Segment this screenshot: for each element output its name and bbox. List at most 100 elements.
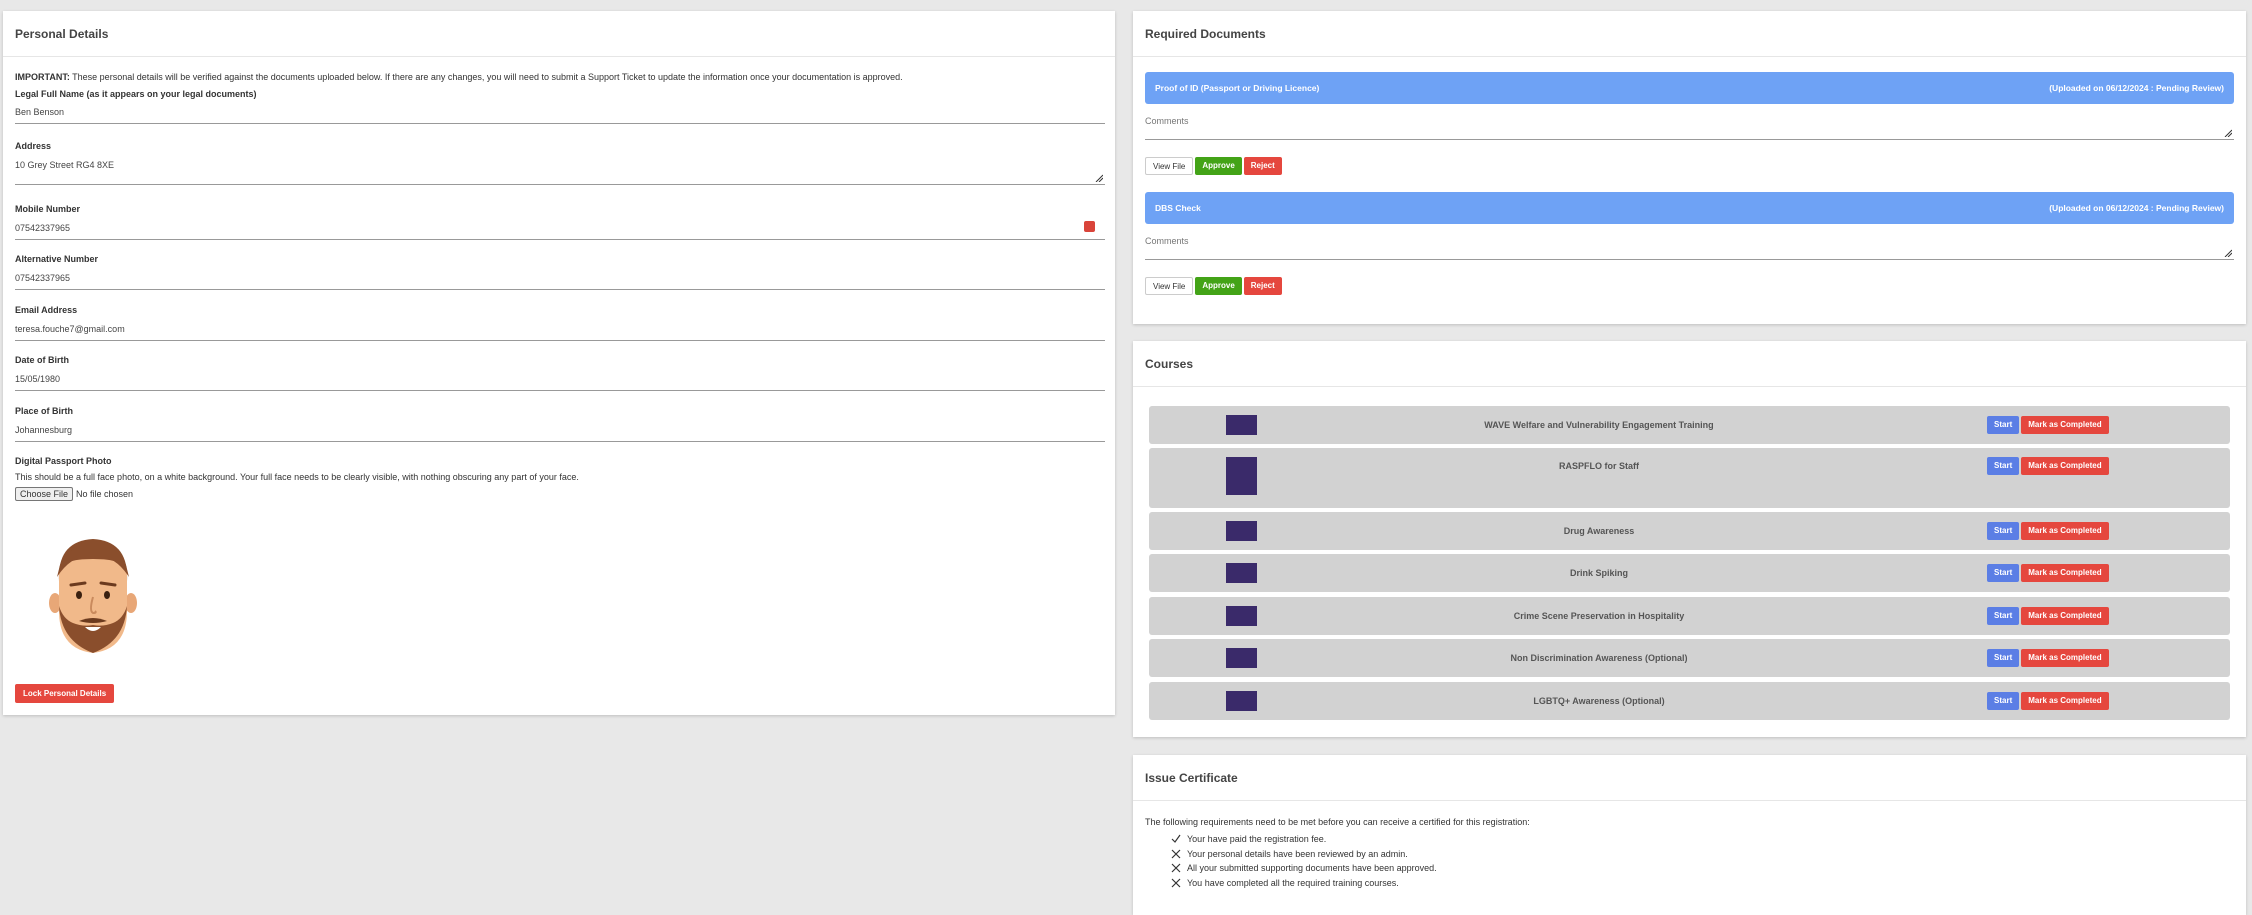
course-title: Non Discrimination Awareness (Optional) (1510, 653, 1688, 663)
required-documents-title: Required Documents (1133, 11, 2246, 57)
date-of-birth-label: Date of Birth (15, 355, 69, 365)
document-comments-input[interactable]: Comments (1145, 116, 2234, 140)
resize-grip-icon[interactable] (1095, 174, 1103, 182)
course-title: Drug Awareness (1563, 526, 1635, 536)
cross-icon (1171, 863, 1181, 873)
course-actions: Start Mark as Completed (1987, 649, 2109, 667)
document-status: (Uploaded on 06/12/2024 : Pending Review… (2049, 203, 2224, 213)
start-course-button[interactable]: Start (1987, 564, 2020, 582)
check-icon (1171, 834, 1181, 844)
mobile-number-field: Mobile Number 07542337965 (15, 204, 1105, 240)
no-file-chosen-text: No file chosen (76, 489, 134, 499)
legal-name-field: Legal Full Name (as it appears on your l… (15, 89, 1105, 124)
course-title: LGBTQ+ Awareness (Optional) (1533, 696, 1665, 706)
course-row: LGBTQ+ Awareness (Optional) Start Mark a… (1149, 682, 2230, 720)
requirement-item: Your personal details have been reviewed… (1171, 847, 1437, 862)
mark-completed-button[interactable]: Mark as Completed (2021, 649, 2109, 667)
approve-button[interactable]: Approve (1195, 157, 1242, 175)
document-comments-input[interactable]: Comments (1145, 236, 2234, 260)
course-row: RASPFLO for Staff Start Mark as Complete… (1149, 448, 2230, 508)
choose-file-button[interactable]: Choose File (15, 487, 74, 501)
start-course-button[interactable]: Start (1987, 522, 2020, 540)
start-course-button[interactable]: Start (1987, 692, 2020, 710)
alternative-number-field: Alternative Number 07542337965 (15, 254, 1105, 290)
email-field: Email Address teresa.fouche7@gmail.com (15, 305, 1105, 341)
mobile-number-input[interactable]: 07542337965 (15, 221, 1105, 240)
view-file-button[interactable]: View File (1145, 277, 1194, 295)
resize-grip-icon[interactable] (2224, 129, 2232, 137)
course-actions: Start Mark as Completed (1987, 692, 2109, 710)
start-course-button[interactable]: Start (1987, 416, 2020, 434)
verification-notice: IMPORTANT: These personal details will b… (15, 72, 903, 82)
email-label: Email Address (15, 305, 78, 315)
cross-icon (1171, 849, 1181, 859)
mark-completed-button[interactable]: Mark as Completed (2021, 607, 2109, 625)
requirement-item: All your submitted supporting documents … (1171, 861, 1437, 876)
legal-name-label: Legal Full Name (as it appears on your l… (15, 89, 257, 99)
requirements-intro: The following requirements need to be me… (1145, 817, 1530, 827)
place-of-birth-input[interactable]: Johannesburg (15, 425, 1105, 442)
course-title: WAVE Welfare and Vulnerability Engagemen… (1484, 420, 1714, 430)
cross-icon (1171, 878, 1181, 888)
address-label: Address (15, 141, 52, 151)
mobile-number-label: Mobile Number (15, 204, 81, 214)
alternative-number-label: Alternative Number (15, 254, 99, 264)
document-name: Proof of ID (Passport or Driving Licence… (1155, 83, 1320, 93)
document-header-proof-of-id: Proof of ID (Passport or Driving Licence… (1145, 72, 2234, 104)
start-course-button[interactable]: Start (1987, 457, 2020, 475)
requirement-item: Your have paid the registration fee. (1171, 832, 1437, 847)
legal-name-input[interactable]: Ben Benson (15, 107, 1105, 124)
approve-button[interactable]: Approve (1195, 277, 1242, 295)
course-row: WAVE Welfare and Vulnerability Engagemen… (1149, 406, 2230, 444)
lock-personal-details-button[interactable]: Lock Personal Details (15, 684, 115, 703)
course-title: RASPFLO for Staff (1559, 461, 1639, 471)
issue-certificate-title: Issue Certificate (1133, 755, 2246, 801)
course-actions: Start Mark as Completed (1987, 457, 2109, 475)
document-name: DBS Check (1155, 203, 1201, 213)
alternative-number-input[interactable]: 07542337965 (15, 273, 1105, 290)
course-row: Non Discrimination Awareness (Optional) … (1149, 639, 2230, 677)
personal-details-panel: Personal Details IMPORTANT: These person… (3, 11, 1115, 715)
course-row: Drink Spiking Start Mark as Completed (1149, 554, 2230, 592)
mark-completed-button[interactable]: Mark as Completed (2021, 692, 2109, 710)
mark-completed-button[interactable]: Mark as Completed (2021, 457, 2109, 475)
place-of-birth-field: Place of Birth Johannesburg (15, 406, 1105, 442)
courses-title: Courses (1133, 341, 2246, 387)
avatar-illustration-icon (49, 539, 137, 653)
issue-certificate-panel: Issue Certificate The following requirem… (1133, 755, 2246, 915)
passport-photo-label: Digital Passport Photo (15, 456, 112, 466)
document-header-dbs-check: DBS Check (Uploaded on 06/12/2024 : Pend… (1145, 192, 2234, 224)
document-actions: View File Approve Reject (1145, 277, 1282, 295)
date-of-birth-input[interactable]: 15/05/1980 (15, 374, 1105, 391)
course-row: Crime Scene Preservation in Hospitality … (1149, 597, 2230, 635)
course-title: Drink Spiking (1569, 568, 1628, 578)
required-documents-panel: Required Documents Proof of ID (Passport… (1133, 11, 2246, 324)
email-input[interactable]: teresa.fouche7@gmail.com (15, 324, 1105, 341)
reject-button[interactable]: Reject (1243, 157, 1282, 175)
requirements-list: Your have paid the registration fee. You… (1171, 832, 1437, 890)
document-status: (Uploaded on 06/12/2024 : Pending Review… (2049, 83, 2224, 93)
requirement-item: You have completed all the required trai… (1171, 876, 1437, 891)
resize-grip-icon[interactable] (2224, 249, 2232, 257)
course-row: Drug Awareness Start Mark as Completed (1149, 512, 2230, 550)
view-file-button[interactable]: View File (1145, 157, 1194, 175)
photo-file-input: Choose File No file chosen (15, 487, 133, 501)
start-course-button[interactable]: Start (1987, 649, 2020, 667)
mark-completed-button[interactable]: Mark as Completed (2021, 522, 2109, 540)
course-actions: Start Mark as Completed (1987, 607, 2109, 625)
passport-photo-help: This should be a full face photo, on a w… (15, 472, 579, 482)
document-actions: View File Approve Reject (1145, 157, 1282, 175)
mark-completed-button[interactable]: Mark as Completed (2021, 416, 2109, 434)
address-textarea[interactable]: 10 Grey Street RG4 8XE (15, 160, 1105, 185)
reject-button[interactable]: Reject (1243, 277, 1282, 295)
course-actions: Start Mark as Completed (1987, 416, 2109, 434)
address-field: Address 10 Grey Street RG4 8XE (15, 141, 1105, 185)
start-course-button[interactable]: Start (1987, 607, 2020, 625)
contact-card-icon[interactable] (1084, 221, 1095, 232)
personal-details-title: Personal Details (3, 11, 1115, 57)
course-actions: Start Mark as Completed (1987, 522, 2109, 540)
mark-completed-button[interactable]: Mark as Completed (2021, 564, 2109, 582)
date-of-birth-field: Date of Birth 15/05/1980 (15, 355, 1105, 391)
place-of-birth-label: Place of Birth (15, 406, 74, 416)
course-actions: Start Mark as Completed (1987, 564, 2109, 582)
